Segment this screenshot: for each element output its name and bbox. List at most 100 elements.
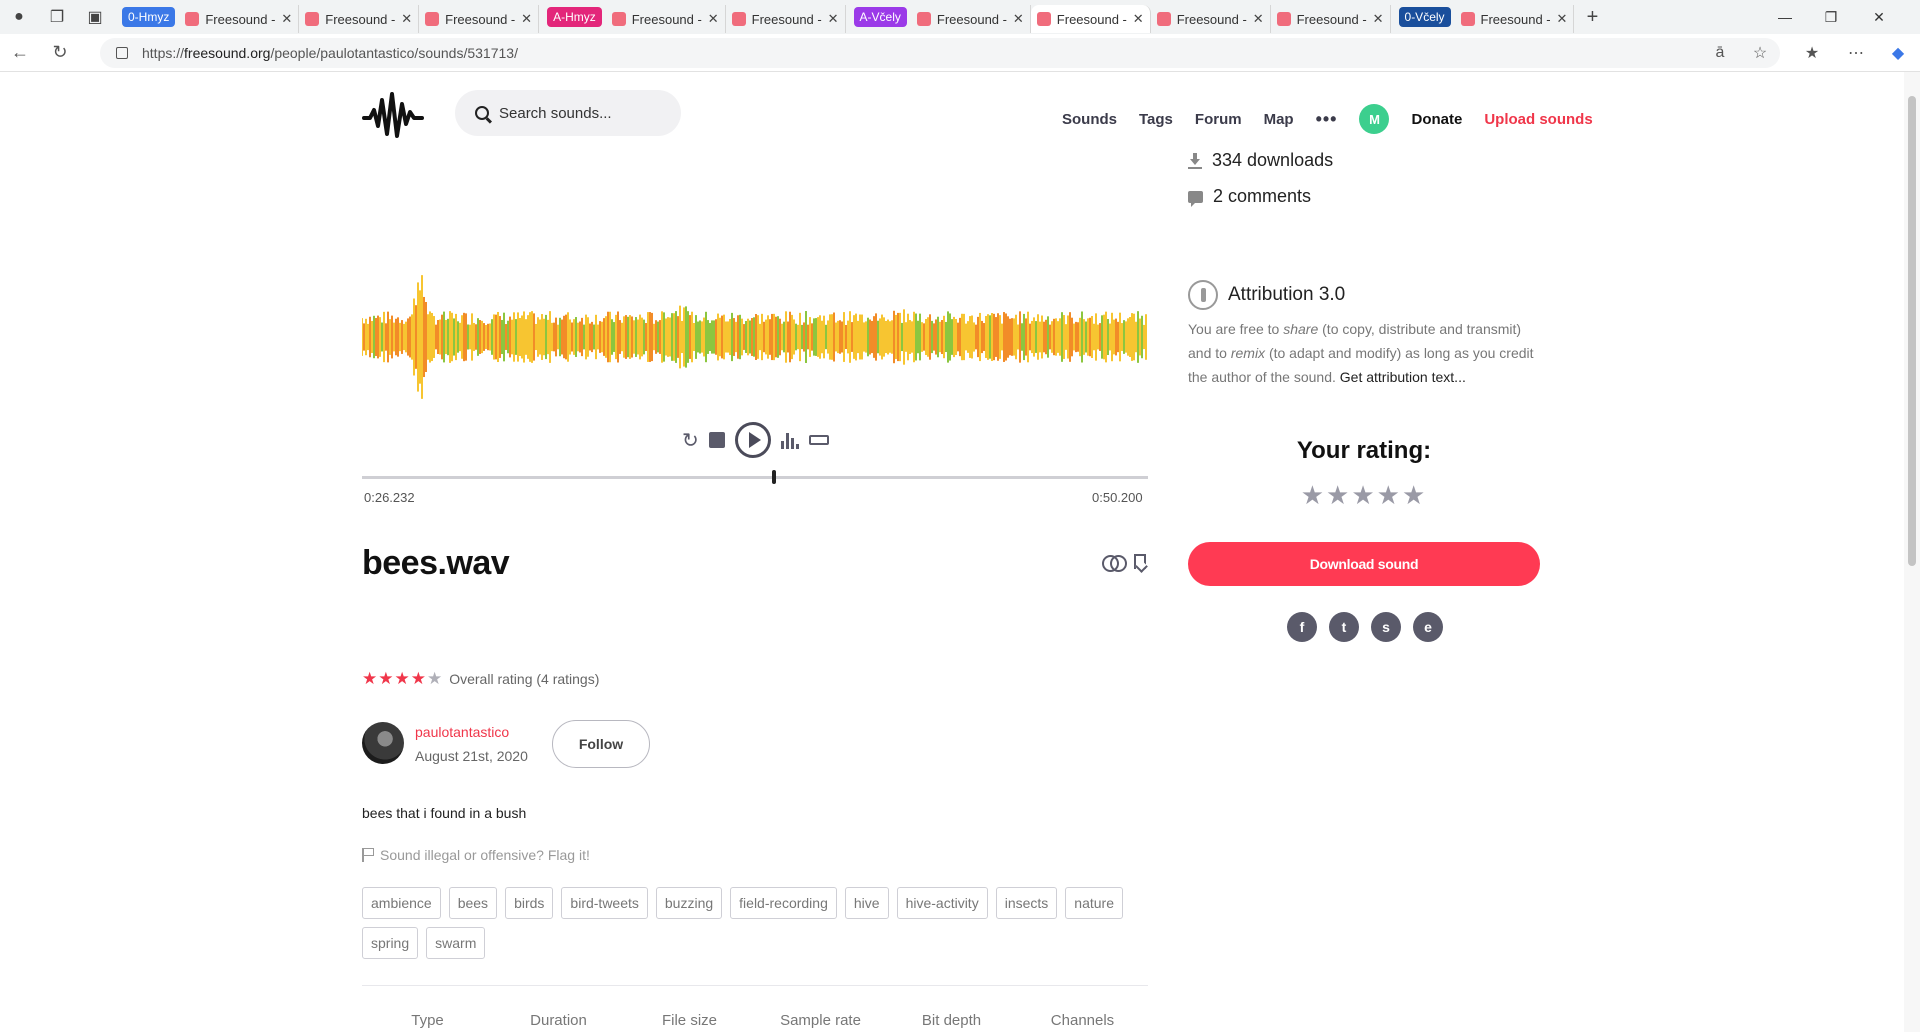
nav-tags[interactable]: Tags <box>1139 111 1173 128</box>
tag-chip[interactable]: nature <box>1065 887 1123 919</box>
url-field[interactable]: https://freesound.org/people/paulotantas… <box>100 38 1780 68</box>
close-window-icon[interactable]: ✕ <box>1856 0 1902 34</box>
reload-icon[interactable]: ↻ <box>40 35 80 71</box>
spec-label: Type <box>411 1012 444 1029</box>
tab-group-label[interactable]: 0-Včely <box>1398 7 1451 27</box>
bookmark-icon[interactable] <box>1134 554 1146 569</box>
twitter-icon[interactable]: t <box>1329 612 1359 642</box>
stop-icon[interactable] <box>708 432 725 448</box>
license-heading: Attribution 3.0 <box>1188 280 1345 310</box>
freesound-favicon-icon <box>916 12 931 26</box>
browser-tab[interactable]: Freesound - ✕ <box>1271 5 1391 33</box>
browser-tab[interactable]: Freesound - ✕ <box>419 5 540 33</box>
close-tab-icon[interactable]: ✕ <box>1133 11 1144 27</box>
workspaces-icon[interactable]: ❐ <box>38 0 76 34</box>
flag-link[interactable]: Sound illegal or offensive? Flag it! <box>362 847 590 863</box>
upload-sounds-link[interactable]: Upload sounds <box>1484 111 1592 128</box>
overall-rating: ★★★★★ Overall rating (4 ratings) <box>362 669 599 689</box>
close-tab-icon[interactable]: ✕ <box>1253 11 1264 27</box>
loop-icon[interactable]: ↻ <box>682 428 699 453</box>
spectrogram-icon[interactable] <box>780 431 799 449</box>
new-tab-icon[interactable]: + <box>1574 6 1610 29</box>
sound-title: bees.wav <box>362 544 510 582</box>
tag-chip[interactable]: bees <box>448 887 498 919</box>
spec-item: Duration0:50.200 <box>493 1012 624 1032</box>
freesound-favicon-icon <box>1036 12 1051 26</box>
tag-chip[interactable]: field-recording <box>730 887 837 919</box>
tab-group-label[interactable]: A-Včely <box>853 7 907 27</box>
tag-chip[interactable]: buzzing <box>655 887 723 919</box>
menu-dots-icon[interactable]: ⋯ <box>1836 34 1876 72</box>
playback-progress-bar[interactable] <box>362 470 1148 484</box>
nav-map[interactable]: Map <box>1264 111 1294 128</box>
ruler-icon[interactable] <box>808 435 829 445</box>
freesound-favicon-icon <box>425 12 440 26</box>
copilot-icon[interactable]: ◆ <box>1878 34 1918 72</box>
favorites-icon[interactable]: ★ <box>1792 34 1832 72</box>
close-tab-icon[interactable]: ✕ <box>281 11 292 27</box>
downloads-count[interactable]: 334 downloads <box>1188 150 1333 171</box>
follow-button[interactable]: Follow <box>552 720 650 768</box>
donate-link[interactable]: Donate <box>1411 111 1462 128</box>
upload-date: August 21st, 2020 <box>415 748 528 764</box>
favorite-star-icon[interactable]: ☆ <box>1740 34 1780 72</box>
close-tab-icon[interactable]: ✕ <box>1373 11 1384 27</box>
tag-chip[interactable]: insects <box>995 887 1058 919</box>
comment-icon <box>1188 190 1203 207</box>
close-tab-icon[interactable]: ✕ <box>521 11 532 27</box>
back-arrow-icon[interactable]: ← <box>0 35 40 71</box>
user-avatar[interactable]: M <box>1359 104 1390 134</box>
browser-tab[interactable]: Freesound - ✕ <box>1151 5 1271 33</box>
sound-description: bees that i found in a bush <box>362 805 527 821</box>
nav-sounds[interactable]: Sounds <box>1062 111 1117 128</box>
restore-icon[interactable]: ❐ <box>1808 0 1854 34</box>
author-name-link[interactable]: paulotantastico <box>415 724 509 740</box>
playhead-knob[interactable] <box>772 470 777 484</box>
scrollbar[interactable] <box>1904 72 1920 1032</box>
browser-tab[interactable]: Freesound - ✕ <box>1455 5 1575 33</box>
read-aloud-icon[interactable]: ā <box>1700 34 1740 72</box>
browser-tab[interactable]: Freesound - ✕ <box>179 5 300 33</box>
tag-chip[interactable]: spring <box>362 927 419 959</box>
scrollbar-thumb[interactable] <box>1908 96 1916 566</box>
tag-chip[interactable]: birds <box>505 887 554 919</box>
close-tab-icon[interactable]: ✕ <box>828 11 839 27</box>
rate-stars-icon[interactable]: ★★★★★ <box>1188 480 1540 511</box>
similar-sounds-icon[interactable] <box>1102 554 1127 572</box>
minimize-icon[interactable]: — <box>1762 0 1808 34</box>
close-tab-icon[interactable]: ✕ <box>708 11 719 27</box>
tab-group-label[interactable]: 0-Hmyz <box>122 7 176 27</box>
tag-chip[interactable]: hive <box>844 887 889 919</box>
download-icon <box>1188 152 1202 169</box>
freesound-logo-icon[interactable] <box>362 90 424 140</box>
browser-tab[interactable]: Freesound - ✕ <box>911 5 1031 33</box>
tag-chip[interactable]: ambience <box>362 887 441 919</box>
close-tab-icon[interactable]: ✕ <box>401 11 412 27</box>
tag-chip[interactable]: hive-activity <box>896 887 988 919</box>
share-icon[interactable]: s <box>1371 612 1401 642</box>
browser-tab-active[interactable]: Freesound - ✕ <box>1030 5 1151 33</box>
tag-chip[interactable]: bird-tweets <box>561 887 648 919</box>
tab-group-label[interactable]: A-Hmyz <box>547 7 602 27</box>
spec-label: Sample rate <box>780 1012 861 1029</box>
browser-tab[interactable]: Freesound - ✕ <box>726 5 846 33</box>
close-tab-icon[interactable]: ✕ <box>1013 11 1024 27</box>
download-sound-button[interactable]: Download sound <box>1188 542 1540 586</box>
tab-actions-icon[interactable]: ▣ <box>76 0 114 34</box>
divider <box>362 985 1148 986</box>
author-avatar[interactable] <box>362 722 404 764</box>
browser-tab[interactable]: Freesound - ✕ <box>606 5 726 33</box>
facebook-icon[interactable]: f <box>1287 612 1317 642</box>
waveform[interactable] <box>362 267 1148 407</box>
profile-icon[interactable]: ● <box>0 0 38 34</box>
nav-more-icon[interactable]: ••• <box>1316 109 1338 130</box>
tag-chip[interactable]: swarm <box>426 927 486 959</box>
search-input[interactable]: Search sounds... <box>455 90 681 136</box>
nav-forum[interactable]: Forum <box>1195 111 1242 128</box>
embed-icon[interactable]: e <box>1413 612 1443 642</box>
browser-tab[interactable]: Freesound - ✕ <box>299 5 420 33</box>
get-attribution-link[interactable]: Get attribution text... <box>1340 369 1466 385</box>
close-tab-icon[interactable]: ✕ <box>1557 11 1568 27</box>
comments-count[interactable]: 2 comments <box>1188 186 1311 207</box>
play-icon[interactable] <box>734 422 771 458</box>
